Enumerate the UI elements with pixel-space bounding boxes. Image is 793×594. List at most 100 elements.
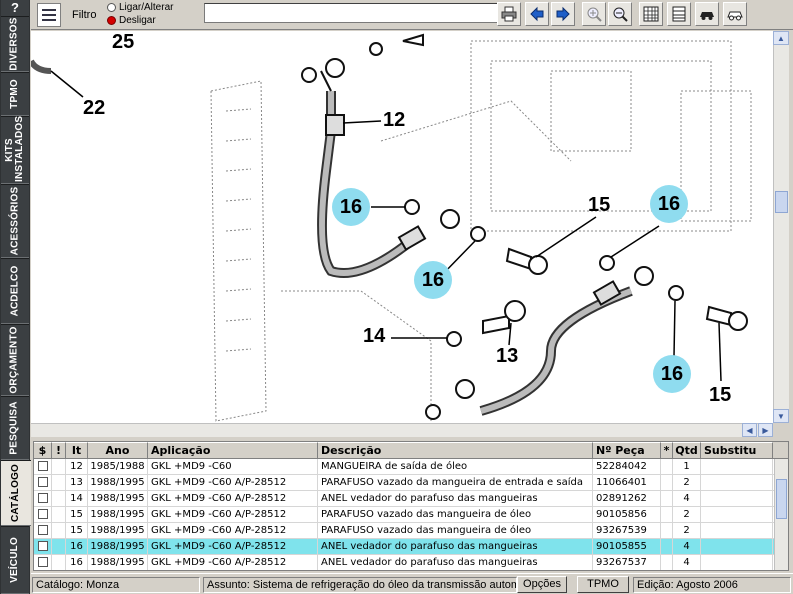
row-checkbox[interactable]	[34, 459, 52, 474]
checkbox[interactable]	[37, 525, 48, 535]
zoom-out-icon	[613, 7, 628, 22]
table-row[interactable]: 12 1985/1988 GKL +MD9 -C60 MANGUEIRA de saí…	[34, 459, 788, 475]
col-year[interactable]: Ano	[88, 442, 148, 458]
col-description[interactable]: Descrição	[318, 442, 593, 458]
row-description: ANEL vedador do parafuso das mangueiras	[318, 555, 593, 570]
scroll-up-icon[interactable]: ▲	[773, 31, 789, 45]
row-item: 13	[66, 475, 88, 490]
table-row[interactable]: 14 1988/1995 GKL +MD9 -C60 A/P-28512 ANEL v…	[34, 491, 788, 507]
scroll-left-icon[interactable]: ◀	[742, 423, 757, 437]
callout-13[interactable]: 13	[496, 345, 518, 368]
print-icon	[501, 6, 517, 22]
checkbox[interactable]	[37, 461, 48, 471]
tab-veiculo[interactable]: VEÍCULO	[1, 526, 29, 594]
callout-12[interactable]: 12	[383, 109, 405, 132]
col-price[interactable]: $	[34, 442, 52, 458]
callout-15[interactable]: 15	[709, 384, 731, 407]
table-row[interactable]: 15 1988/1995 GKL +MD9 -C60 A/P-28512 PARAFU…	[34, 507, 788, 523]
car-button[interactable]	[695, 2, 719, 26]
row-alert	[52, 555, 66, 570]
table-row[interactable]: 15 1988/1995 GKL +MD9 -C60 A/P-28512 PARAFU…	[34, 523, 788, 539]
print-button[interactable]	[497, 2, 521, 26]
checkbox[interactable]	[37, 477, 48, 487]
table-row[interactable]: 13 1988/1995 GKL +MD9 -C60 A/P-28512 PARAFU…	[34, 475, 788, 491]
col-substitute[interactable]: Substitu	[701, 442, 773, 458]
row-checkbox[interactable]	[34, 539, 52, 554]
row-qty: 1	[673, 459, 701, 474]
tab-orcamento[interactable]: ORÇAMENTO	[1, 324, 29, 396]
checkbox[interactable]	[37, 541, 48, 551]
tab-kits-instalados[interactable]: KITS INSTALADOS	[1, 116, 29, 184]
tab-tpmo[interactable]: TPMO	[1, 72, 29, 116]
row-checkbox[interactable]	[34, 555, 52, 570]
help-tab[interactable]: ?	[1, 0, 29, 16]
filter-input[interactable]	[204, 3, 499, 23]
row-checkbox[interactable]	[34, 507, 52, 522]
car-outline-button[interactable]	[723, 2, 747, 26]
radio-ligar-alterar[interactable]: Ligar/Alterar	[107, 2, 173, 13]
tab-acdelco[interactable]: ACDELCO	[1, 258, 29, 324]
col-star[interactable]: *	[661, 442, 673, 458]
table-scrollbar[interactable]	[774, 459, 788, 570]
list-button[interactable]	[667, 2, 691, 26]
row-substitute	[701, 491, 773, 506]
tab-catalogo[interactable]: CATÁLOGO	[1, 460, 31, 526]
zoom-in-button[interactable]	[582, 2, 606, 26]
row-checkbox[interactable]	[34, 523, 52, 538]
scroll-right-icon[interactable]: ▶	[758, 423, 773, 437]
radio-circle-selected[interactable]	[107, 16, 116, 25]
callout-16-highlight[interactable]: 16	[653, 355, 691, 393]
row-application: GKL +MD9 -C60 A/P-28512	[148, 507, 318, 522]
checkbox[interactable]	[37, 557, 48, 567]
col-part-number[interactable]: Nº Peça	[593, 442, 661, 458]
row-part-number: 52284042	[593, 459, 661, 474]
diagram-vertical-scrollbar[interactable]: ▲ ▼	[773, 31, 789, 423]
callout-16-highlight[interactable]: 16	[414, 261, 452, 299]
row-item: 15	[66, 523, 88, 538]
tab-diversos[interactable]: DIVERSOS	[1, 16, 29, 72]
zoom-out-button[interactable]	[608, 2, 632, 26]
parts-diagram[interactable]: 25 22 12 16 15 16 16 14 13 16 15	[31, 31, 773, 423]
callout-25[interactable]: 25	[112, 31, 134, 54]
tpmo-button[interactable]: TPMO	[577, 576, 629, 593]
scroll-down-icon[interactable]: ▼	[773, 409, 789, 423]
filter-label: Filtro	[72, 9, 97, 21]
row-checkbox[interactable]	[34, 491, 52, 506]
table-row[interactable]: 16 1988/1995 GKL +MD9 -C60 A/P-28512 ANEL v…	[34, 539, 788, 555]
callout-15[interactable]: 15	[588, 194, 610, 217]
tab-label: DIVERSOS	[9, 17, 20, 71]
zoom-in-icon	[587, 7, 602, 22]
tab-acessorios[interactable]: ACESSÓRIOS	[1, 184, 29, 258]
radio-desligar[interactable]: Desligar	[107, 15, 156, 26]
back-button[interactable]	[525, 2, 549, 26]
col-qty[interactable]: Qtd	[673, 442, 701, 458]
tab-pesquisa[interactable]: PESQUISA	[1, 396, 29, 460]
checkbox[interactable]	[37, 509, 48, 519]
tab-label: ACESSÓRIOS	[9, 186, 20, 256]
scroll-thumb[interactable]	[776, 479, 787, 519]
options-button[interactable]: Opções	[517, 576, 567, 593]
col-alert[interactable]: !	[52, 442, 66, 458]
diagram-horizontal-scrollbar[interactable]: ◀ ▶	[31, 423, 773, 437]
callout-16-highlight[interactable]: 16	[650, 185, 688, 223]
row-qty: 4	[673, 539, 701, 554]
forward-button[interactable]	[551, 2, 575, 26]
scroll-thumb[interactable]	[775, 191, 788, 213]
row-item: 15	[66, 507, 88, 522]
grid-button[interactable]	[639, 2, 663, 26]
table-row[interactable]: 16 1988/1995 GKL +MD9 -C60 A/P-28512 ANEL v…	[34, 555, 788, 570]
filter-list-icon[interactable]	[37, 3, 61, 27]
row-substitute	[701, 475, 773, 490]
callout-14[interactable]: 14	[363, 325, 385, 348]
checkbox[interactable]	[37, 493, 48, 503]
row-description: ANEL vedador do parafuso das mangueiras	[318, 491, 593, 506]
callout-22[interactable]: 22	[83, 97, 105, 120]
callout-16-highlight[interactable]: 16	[332, 188, 370, 226]
radio-label: Ligar/Alterar	[119, 2, 174, 13]
row-year: 1988/1995	[88, 491, 148, 506]
col-item[interactable]: It	[66, 442, 88, 458]
col-application[interactable]: Aplicação	[148, 442, 318, 458]
row-part-number: 90105856	[593, 507, 661, 522]
radio-circle[interactable]	[107, 3, 116, 12]
row-checkbox[interactable]	[34, 475, 52, 490]
